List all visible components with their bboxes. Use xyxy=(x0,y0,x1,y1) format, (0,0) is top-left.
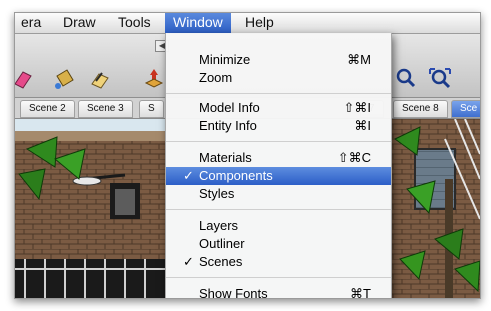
menu-item-scenes[interactable]: ✓ Scenes xyxy=(166,253,391,271)
menu-item-label: Components xyxy=(199,168,273,183)
menu-separator xyxy=(166,141,391,142)
menu-camera[interactable]: era xyxy=(15,13,49,33)
scene-tab[interactable]: Scene 8 xyxy=(393,100,448,118)
move-icon[interactable] xyxy=(141,66,167,92)
checkmark: ✓ xyxy=(183,168,194,183)
scene-tab[interactable]: Scene 3 xyxy=(78,100,133,118)
menu-help[interactable]: Help xyxy=(237,13,282,33)
scene-tab[interactable]: S xyxy=(139,100,164,118)
menu-item-label: Model Info xyxy=(199,100,260,115)
screenshot-frame: era Draw Tools Window Help ◀ Scene 2 Sce… xyxy=(0,0,491,311)
menu-item-styles[interactable]: Styles xyxy=(166,185,391,203)
menu-item-materials[interactable]: Materials ⇧⌘C xyxy=(166,149,391,167)
menu-item-components[interactable]: ✓ Components xyxy=(166,167,391,185)
menu-item-label: Entity Info xyxy=(199,118,257,133)
menu-item-outliner[interactable]: Outliner xyxy=(166,235,391,253)
menu-separator xyxy=(166,93,391,94)
menu-item-label: Layers xyxy=(199,218,239,233)
menu-draw[interactable]: Draw xyxy=(55,13,104,33)
menu-item-shortcut: ⇧⌘I xyxy=(343,100,371,115)
menu-separator xyxy=(166,277,391,278)
menu-item-show-fonts[interactable]: Show Fonts ⌘T xyxy=(166,285,391,299)
menu-item-minimize[interactable]: Minimize ⌘M xyxy=(166,51,391,69)
menu-item-shortcut: ⌘I xyxy=(354,118,371,133)
checkmark: ✓ xyxy=(183,254,194,269)
menu-item-label: Materials xyxy=(199,150,252,165)
menu-tools[interactable]: Tools xyxy=(110,13,159,33)
menu-item-model-info[interactable]: Model Info ⇧⌘I xyxy=(166,99,391,117)
eraser-icon[interactable] xyxy=(14,66,37,92)
menu-item-label: Scenes xyxy=(199,254,243,269)
push-pull-icon[interactable] xyxy=(87,66,113,92)
menu-item-zoom[interactable]: Zoom xyxy=(166,69,391,87)
zoom-extents-icon[interactable] xyxy=(427,66,453,92)
menu-window[interactable]: Window xyxy=(165,13,231,33)
menu-item-shortcut: ⌘T xyxy=(350,286,371,299)
menu-item-shortcut: ⌘M xyxy=(347,52,371,67)
menu-item-label: Outliner xyxy=(199,236,245,251)
menu-bar: era Draw Tools Window Help xyxy=(15,13,480,34)
scene-tab[interactable]: Sce xyxy=(451,100,480,118)
menu-item-label: Show Fonts xyxy=(199,286,268,299)
menu-item-label: Zoom xyxy=(199,70,233,85)
paint-bucket-icon[interactable] xyxy=(51,66,77,92)
menu-item-entity-info[interactable]: Entity Info ⌘I xyxy=(166,117,391,135)
window-menu-dropdown: Minimize ⌘M Zoom Model Info ⇧⌘I Entity I… xyxy=(165,33,392,299)
menu-item-layers[interactable]: Layers xyxy=(166,217,391,235)
zoom-icon[interactable] xyxy=(393,66,419,92)
menu-item-shortcut: ⇧⌘C xyxy=(337,150,371,165)
menu-item-label: Minimize xyxy=(199,52,251,67)
menu-separator xyxy=(166,209,391,210)
menu-item-label: Styles xyxy=(199,186,235,201)
scene-tab[interactable]: Scene 2 xyxy=(20,100,75,118)
app-window: era Draw Tools Window Help ◀ Scene 2 Sce… xyxy=(14,12,481,299)
